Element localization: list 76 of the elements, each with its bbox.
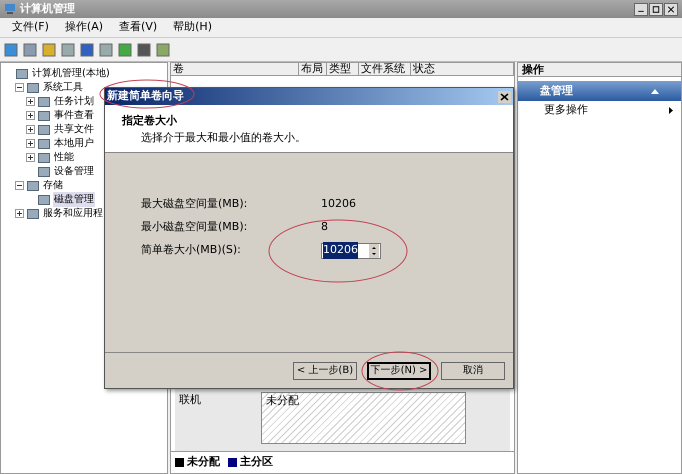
expand-toggle[interactable] — [26, 152, 35, 162]
wizard-heading: 指定卷大小 — [122, 113, 178, 129]
toolbar-icon[interactable] — [42, 42, 56, 56]
folder-icon — [38, 124, 50, 134]
expand-toggle[interactable] — [26, 138, 35, 148]
column-header[interactable]: 布局 — [299, 63, 327, 75]
folder-icon — [38, 152, 50, 162]
column-header[interactable]: 文件系统 — [359, 63, 411, 75]
tree-item[interactable]: 本地用户 — [53, 136, 95, 150]
computer-icon — [4, 3, 16, 15]
tree-item[interactable]: 系统工具 — [42, 80, 84, 94]
wizard-button[interactable]: < 上一步(B) — [293, 362, 357, 380]
tree-item[interactable]: 设备管理 — [53, 164, 95, 178]
folder-icon — [38, 138, 50, 148]
column-header[interactable]: 类型 — [327, 63, 359, 75]
toolbar-icon[interactable] — [80, 42, 94, 56]
tree-item[interactable]: 共享文件 — [53, 122, 95, 136]
folder-icon — [27, 208, 39, 218]
maximize-button[interactable] — [649, 2, 663, 16]
field-value: 8 — [321, 219, 328, 236]
folder-icon — [38, 110, 50, 120]
toolbar-icon[interactable] — [99, 42, 113, 56]
expand-toggle[interactable] — [26, 124, 35, 134]
field-label: 最大磁盘空间量(MB): — [141, 196, 248, 212]
dialog-title: 新建简单卷向导 — [107, 88, 184, 104]
wizard-subheading: 选择介于最大和最小值的卷大小。 — [140, 130, 307, 146]
tree-item[interactable]: 性能 — [53, 150, 75, 164]
legend-label: 未分配 — [187, 454, 220, 470]
column-header[interactable]: 状态 — [411, 63, 514, 75]
minimize-button[interactable] — [634, 2, 648, 16]
column-header[interactable]: 卷 — [171, 63, 299, 75]
tree-item[interactable]: 存储 — [42, 178, 64, 192]
folder-icon — [16, 68, 28, 78]
submenu-arrow-icon — [669, 106, 673, 114]
field-label: 简单卷大小(MB)(S): — [141, 242, 242, 258]
actions-header: 操作 — [518, 63, 681, 77]
close-button[interactable] — [664, 2, 678, 16]
menu-item[interactable]: 帮助(H) — [173, 19, 212, 36]
folder-icon — [38, 194, 50, 204]
tree-item[interactable]: 任务计划 — [53, 94, 95, 108]
field-label: 最小磁盘空间量(MB): — [141, 219, 248, 236]
expand-toggle[interactable] — [26, 110, 35, 120]
unallocated-partition[interactable]: 未分配 — [261, 392, 466, 444]
wizard-button[interactable]: 下一步(N) > — [367, 362, 431, 380]
toolbar-icon[interactable] — [61, 42, 75, 56]
wizard-button[interactable]: 取消 — [441, 362, 505, 380]
window-title: 计算机管理 — [20, 0, 75, 17]
menu-item[interactable]: 操作(A) — [64, 19, 104, 36]
action-item[interactable]: 更多操作 — [518, 101, 681, 119]
tree-item[interactable]: 服务和应用程 — [42, 206, 104, 220]
folder-icon — [27, 82, 39, 92]
folder-icon — [38, 96, 50, 106]
toolbar-icon[interactable] — [118, 42, 132, 56]
toolbar-icon[interactable] — [156, 42, 170, 56]
spin-arrows-icon[interactable] — [369, 244, 379, 258]
toolbar-icon[interactable] — [4, 42, 18, 56]
legend-label: 主分区 — [240, 454, 273, 470]
menu-item[interactable]: 查看(V) — [119, 19, 158, 36]
collapse-toggle[interactable] — [15, 180, 24, 190]
collapse-icon — [651, 88, 659, 94]
tree-item[interactable]: 磁盘管理 — [53, 192, 95, 206]
menu-item[interactable]: 文件(F) — [12, 19, 49, 36]
folder-icon — [27, 180, 39, 190]
expand-toggle[interactable] — [26, 96, 35, 106]
toolbar-icon[interactable] — [23, 42, 37, 56]
collapse-toggle[interactable] — [15, 82, 24, 92]
disk-status: 联机 — [179, 392, 201, 408]
tree-item[interactable]: 事件查看 — [53, 108, 95, 122]
size-spin-field[interactable]: 10206 — [321, 242, 381, 258]
tree-item[interactable]: 计算机管理(本地) — [31, 66, 111, 80]
folder-icon — [38, 166, 50, 176]
expand-toggle[interactable] — [15, 208, 24, 218]
close-button[interactable] — [498, 90, 511, 102]
toolbar-icon[interactable] — [137, 42, 151, 56]
field-value: 10206 — [321, 196, 356, 212]
actions-section-header[interactable]: 盘管理 — [518, 81, 681, 101]
